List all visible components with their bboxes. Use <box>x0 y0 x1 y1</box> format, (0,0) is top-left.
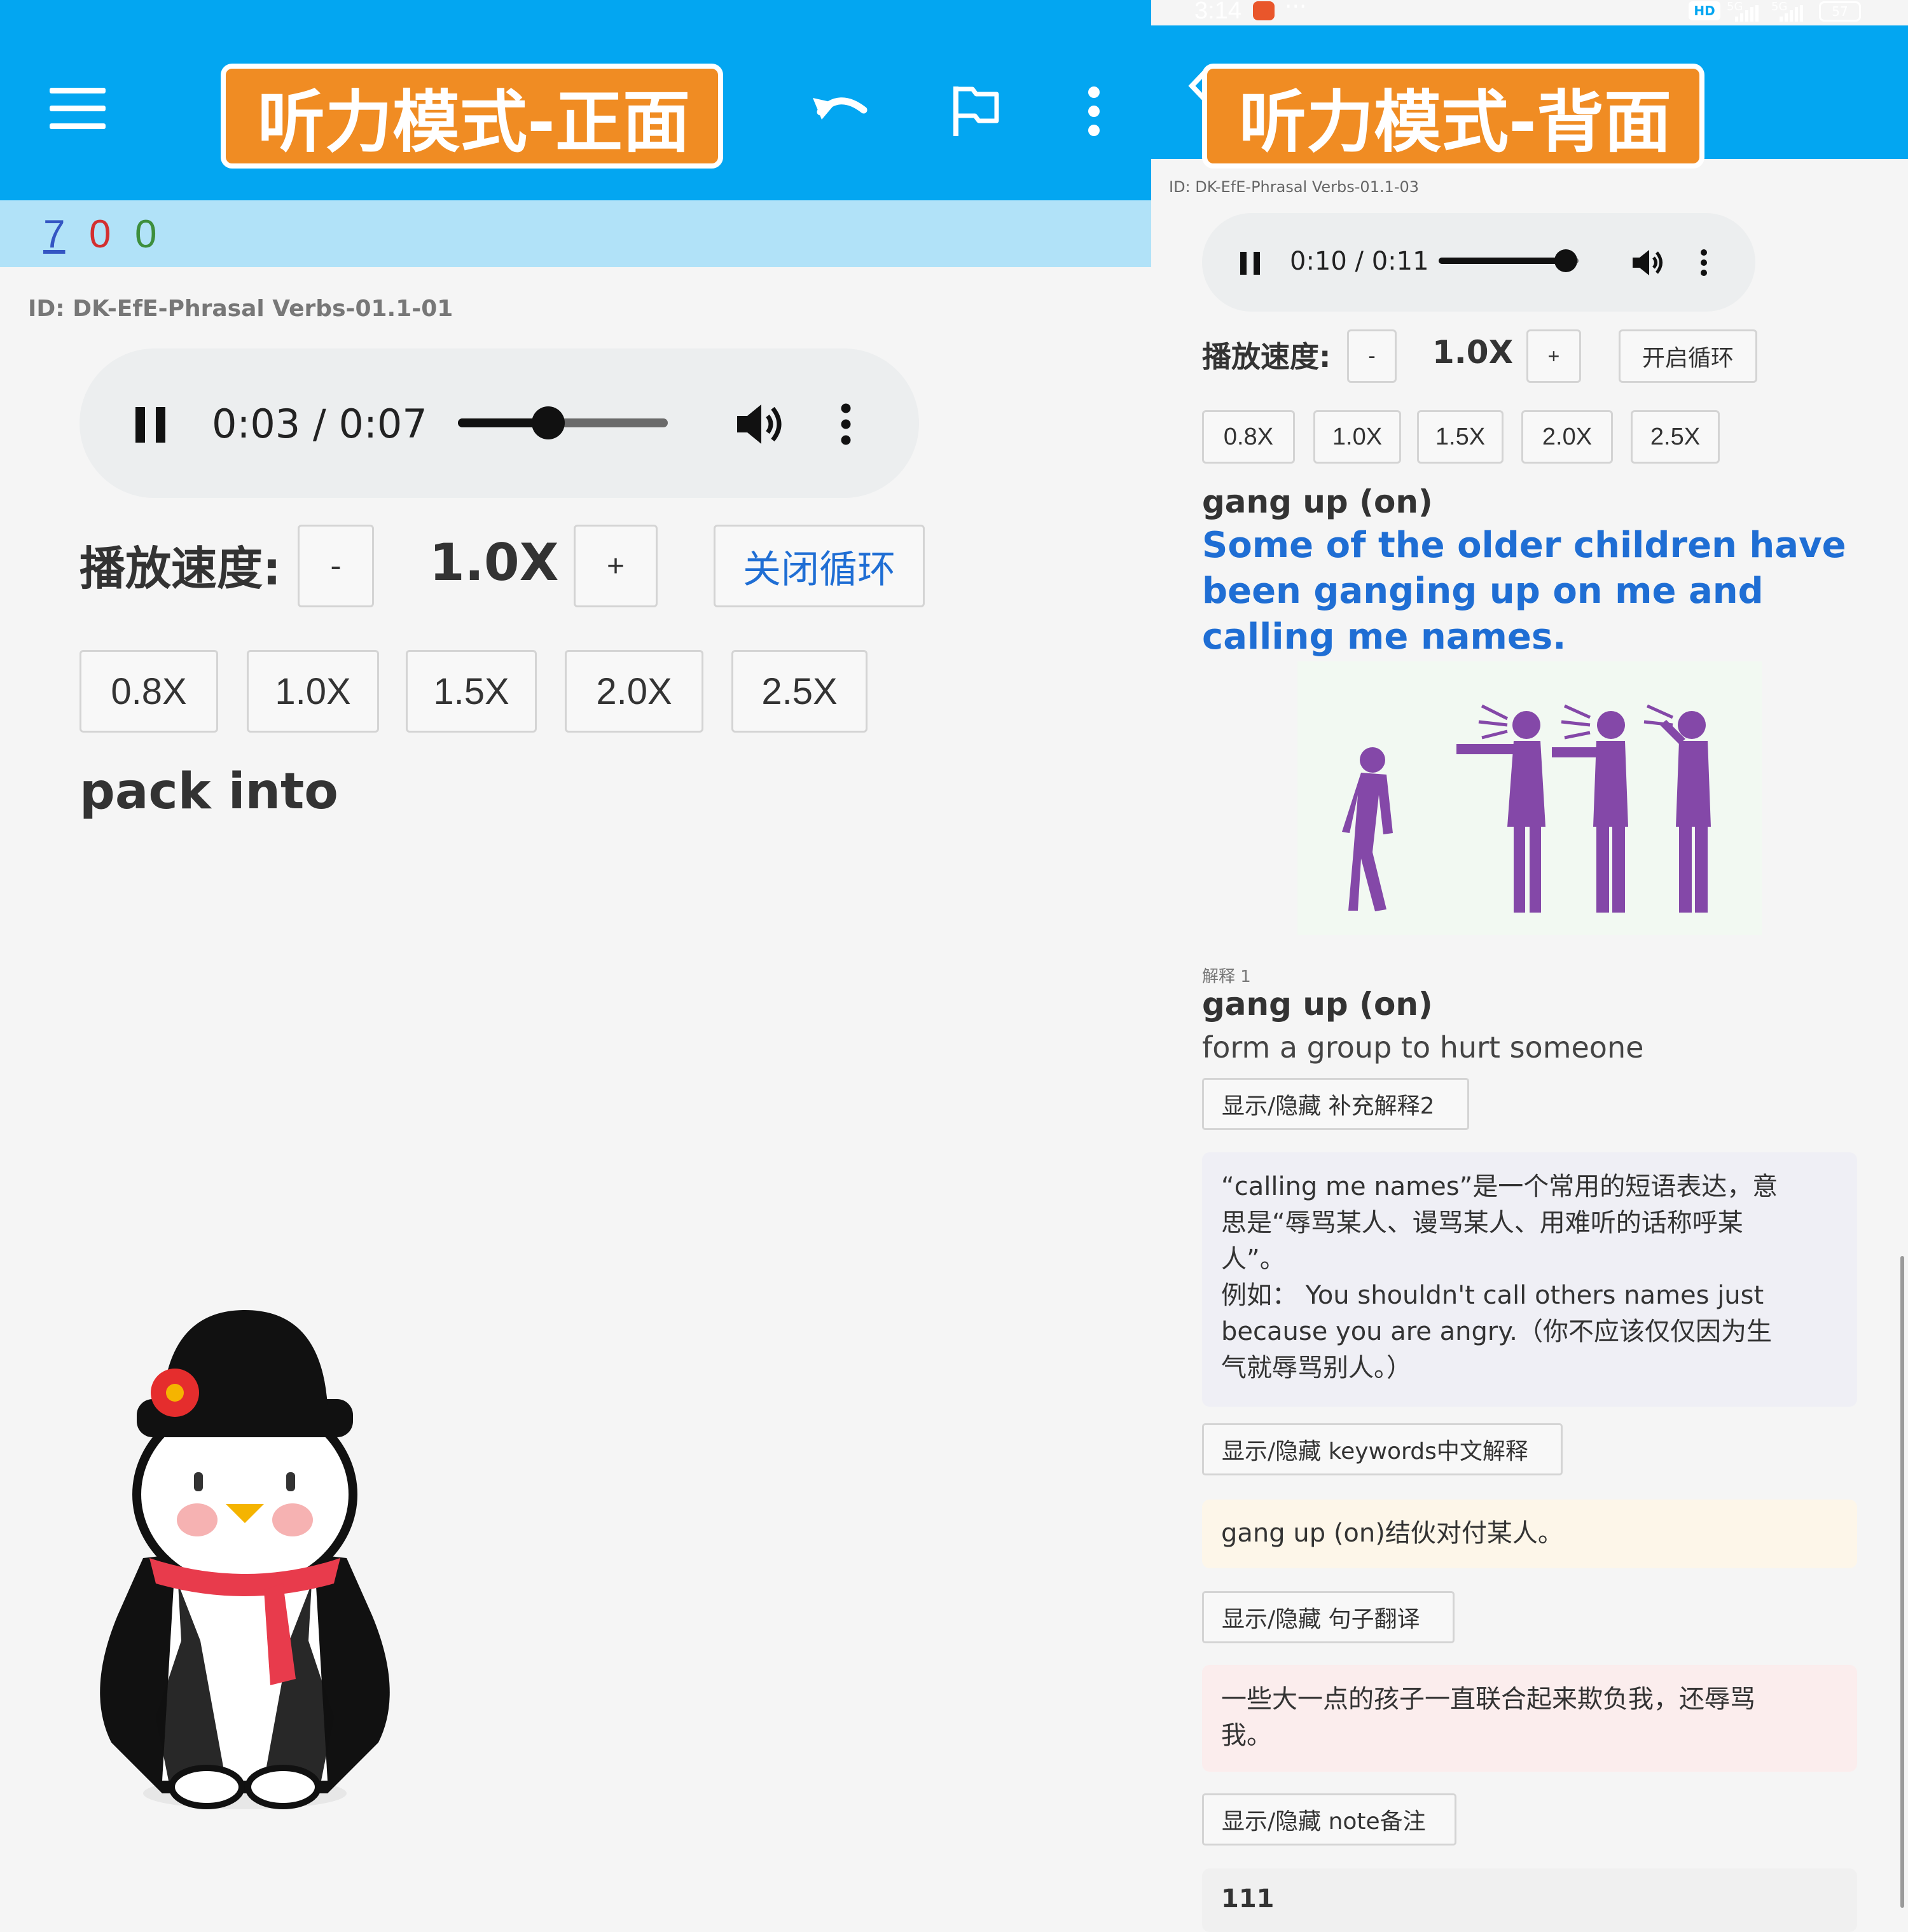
translation-card: 一些大一点的孩子一直联合起来欺负我，还辱骂 我。 <box>1202 1665 1857 1772</box>
front-word: pack into <box>80 763 338 820</box>
back-card-id: ID: DK-EfE-Phrasal Verbs-01.1-03 <box>1169 178 1420 196</box>
front-preset-2[interactable]: 1.5X <box>406 650 537 733</box>
review-count: 0 <box>135 212 157 256</box>
front-audio-seek[interactable] <box>458 406 668 439</box>
extra-line-5: because you are angry.（你不应该仅仅因为生 <box>1221 1317 1773 1346</box>
extra-line-3: 人”。 <box>1221 1245 1285 1274</box>
back-audio-seek[interactable] <box>1439 249 1579 272</box>
back-speed-minus-button[interactable]: - <box>1347 329 1397 383</box>
front-app-bar: 听力模式-正面 <box>0 0 1151 200</box>
extra-line-4: 例如： You shouldn't call others names just <box>1221 1281 1764 1310</box>
pause-icon[interactable] <box>135 407 167 443</box>
definition-phrase: gang up (on) <box>1202 986 1433 1023</box>
back-pause-icon[interactable] <box>1240 252 1261 275</box>
back-audio-player: 0:10 / 0:11 <box>1202 213 1755 312</box>
front-audio-knob[interactable] <box>531 406 565 439</box>
battery-icon: 57 <box>1819 1 1861 22</box>
extra-line-2: 思是“辱骂某人、谩骂某人、用难听的话称呼某 <box>1221 1208 1743 1238</box>
gang-up-illustration-image <box>1297 661 1762 935</box>
definition-label: 解释 1 <box>1202 967 1251 986</box>
more-vert-icon[interactable] <box>1084 86 1103 137</box>
front-preset-0[interactable]: 0.8X <box>80 650 218 733</box>
audio-more-icon[interactable] <box>840 403 852 445</box>
signal-bars-2-icon <box>1780 5 1803 22</box>
keywords-card: gang up (on)结伙对付某人。 <box>1202 1500 1857 1568</box>
toggle-translation-button[interactable]: 显示/隐藏 句子翻译 <box>1202 1591 1455 1643</box>
back-audio-time: 0:10 / 0:11 <box>1290 247 1429 276</box>
penguin-mascot-image <box>100 1310 390 1809</box>
back-speed-value: 1.0X <box>1432 334 1514 371</box>
record-icon <box>1253 1 1275 20</box>
extra-line-1: “calling me names”是一个常用的短语表达，意 <box>1221 1172 1778 1201</box>
front-preset-3[interactable]: 2.0X <box>565 650 703 733</box>
back-loop-button[interactable]: 开启循环 <box>1619 329 1757 383</box>
toggle-note-button[interactable]: 显示/隐藏 note备注 <box>1202 1793 1456 1846</box>
back-speed-plus-button[interactable]: + <box>1526 329 1581 383</box>
status-time: 3:14 <box>1194 0 1241 24</box>
back-speed-label: 播放速度: <box>1202 340 1331 374</box>
back-preset-1[interactable]: 1.0X <box>1313 410 1401 464</box>
back-phrase: gang up (on) <box>1202 483 1433 520</box>
front-speed-minus-button[interactable]: - <box>298 525 374 607</box>
status-bar: 3:14 ··· HD 5G 5G 57 <box>1151 0 1908 25</box>
back-preset-2[interactable]: 1.5X <box>1417 410 1504 464</box>
counts-bar: 7 0 0 <box>0 200 1151 267</box>
undo-icon[interactable] <box>808 88 871 132</box>
front-audio-time: 0:03 / 0:07 <box>212 401 427 447</box>
front-preset-4[interactable]: 2.5X <box>731 650 868 733</box>
extra-explanation-card: “calling me names”是一个常用的短语表达，意 思是“辱骂某人、谩… <box>1202 1152 1857 1407</box>
hd-icon: HD <box>1689 1 1720 20</box>
back-audio-knob[interactable] <box>1554 249 1578 272</box>
front-speed-plus-button[interactable]: + <box>574 525 658 607</box>
back-preset-3[interactable]: 2.0X <box>1521 410 1613 464</box>
translation-line-1: 一些大一点的孩子一直联合起来欺负我，还辱骂 <box>1221 1685 1755 1714</box>
back-audio-more-icon[interactable] <box>1699 249 1708 277</box>
back-preset-4[interactable]: 2.5X <box>1631 410 1720 464</box>
toggle-keywords-button[interactable]: 显示/隐藏 keywords中文解释 <box>1202 1423 1563 1475</box>
translation-line-2: 我。 <box>1221 1721 1272 1750</box>
toggle-extra-button[interactable]: 显示/隐藏 补充解释2 <box>1202 1078 1469 1130</box>
definition-text: form a group to hurt someone <box>1202 1030 1644 1065</box>
front-speed-label: 播放速度: <box>80 542 281 595</box>
volume-icon[interactable] <box>735 402 785 446</box>
front-title: 听力模式-正面 <box>221 64 723 169</box>
front-speed-value: 1.0X <box>429 533 559 592</box>
scrollbar[interactable] <box>1900 1256 1904 1908</box>
extra-line-6: 气就辱骂别人。） <box>1221 1353 1412 1383</box>
back-preset-0[interactable]: 0.8X <box>1202 410 1295 464</box>
back-audio-progress <box>1439 258 1566 264</box>
front-audio-player: 0:03 / 0:07 <box>80 348 919 498</box>
flag-icon[interactable] <box>951 81 1002 139</box>
back-volume-icon[interactable] <box>1631 248 1664 277</box>
signal-bars-1-icon <box>1735 5 1759 22</box>
front-loop-button[interactable]: 关闭循环 <box>714 525 925 607</box>
back-title: 听力模式-背面 <box>1202 64 1704 169</box>
back-example-sentence: Some of the older children have been gan… <box>1202 525 1846 658</box>
new-count: 7 <box>43 212 66 256</box>
more-notifications-icon: ··· <box>1285 0 1307 20</box>
note-card: 111 <box>1202 1868 1857 1932</box>
learn-count: 0 <box>89 212 111 256</box>
front-preset-1[interactable]: 1.0X <box>247 650 379 733</box>
front-card-id: ID: DK-EfE-Phrasal Verbs-01.1-01 <box>28 296 453 322</box>
menu-icon[interactable] <box>50 88 106 130</box>
